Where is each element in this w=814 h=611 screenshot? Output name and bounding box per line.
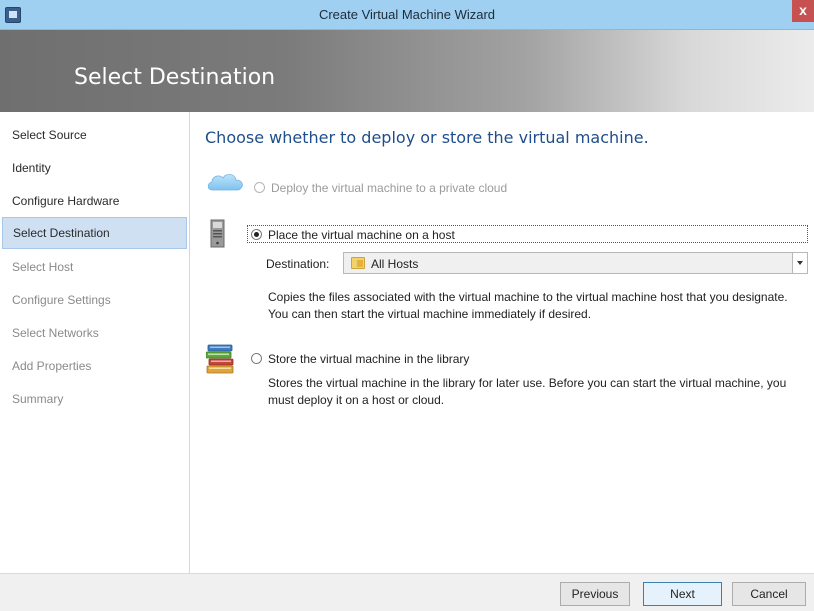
host-group-icon xyxy=(351,257,365,269)
deploy-private-cloud-radio xyxy=(254,182,265,193)
store-in-library-radio[interactable] xyxy=(251,353,262,364)
destination-label: Destination: xyxy=(266,257,330,271)
previous-button[interactable]: Previous xyxy=(560,582,630,606)
header-band: Select Destination xyxy=(0,30,814,112)
deploy-private-cloud-label: Deploy the virtual machine to a private … xyxy=(271,181,508,195)
wizard-steps-sidebar: Select Source Identity Configure Hardwar… xyxy=(0,112,190,573)
title-bar: Create Virtual Machine Wizard x xyxy=(0,0,814,30)
step-configure-settings: Configure Settings xyxy=(12,293,111,307)
host-description: Copies the files associated with the vir… xyxy=(268,290,788,321)
main-content: Choose whether to deploy or store the vi… xyxy=(191,112,814,573)
next-button[interactable]: Next xyxy=(643,582,722,606)
step-select-host: Select Host xyxy=(12,260,74,274)
step-identity[interactable]: Identity xyxy=(12,161,51,181)
step-summary: Summary xyxy=(12,392,64,406)
cancel-button[interactable]: Cancel xyxy=(732,582,806,606)
place-on-host-radio[interactable] xyxy=(251,229,262,240)
wizard-footer: Previous Next Cancel xyxy=(0,573,814,611)
window-title: Create Virtual Machine Wizard xyxy=(318,7,496,22)
store-in-library-label[interactable]: Store the virtual machine in the library xyxy=(268,352,469,366)
step-configure-hardware[interactable]: Configure Hardware xyxy=(12,194,119,214)
close-button[interactable]: x xyxy=(792,0,814,22)
cloud-icon xyxy=(207,174,243,191)
books-icon xyxy=(206,344,234,374)
destination-value: All Hosts xyxy=(371,257,419,271)
chevron-down-icon[interactable] xyxy=(792,253,807,273)
page-title: Select Destination xyxy=(74,65,276,90)
place-on-host-label[interactable]: Place the virtual machine on a host xyxy=(268,228,455,242)
section-heading: Choose whether to deploy or store the vi… xyxy=(205,128,649,147)
library-description: Stores the virtual machine in the librar… xyxy=(268,376,787,407)
destination-dropdown[interactable]: All Hosts xyxy=(343,252,808,274)
step-add-properties: Add Properties xyxy=(12,359,92,373)
step-select-source[interactable]: Select Source xyxy=(12,128,87,148)
step-select-destination[interactable]: Select Destination xyxy=(2,217,187,249)
step-select-networks: Select Networks xyxy=(12,326,99,340)
server-icon xyxy=(210,219,225,248)
